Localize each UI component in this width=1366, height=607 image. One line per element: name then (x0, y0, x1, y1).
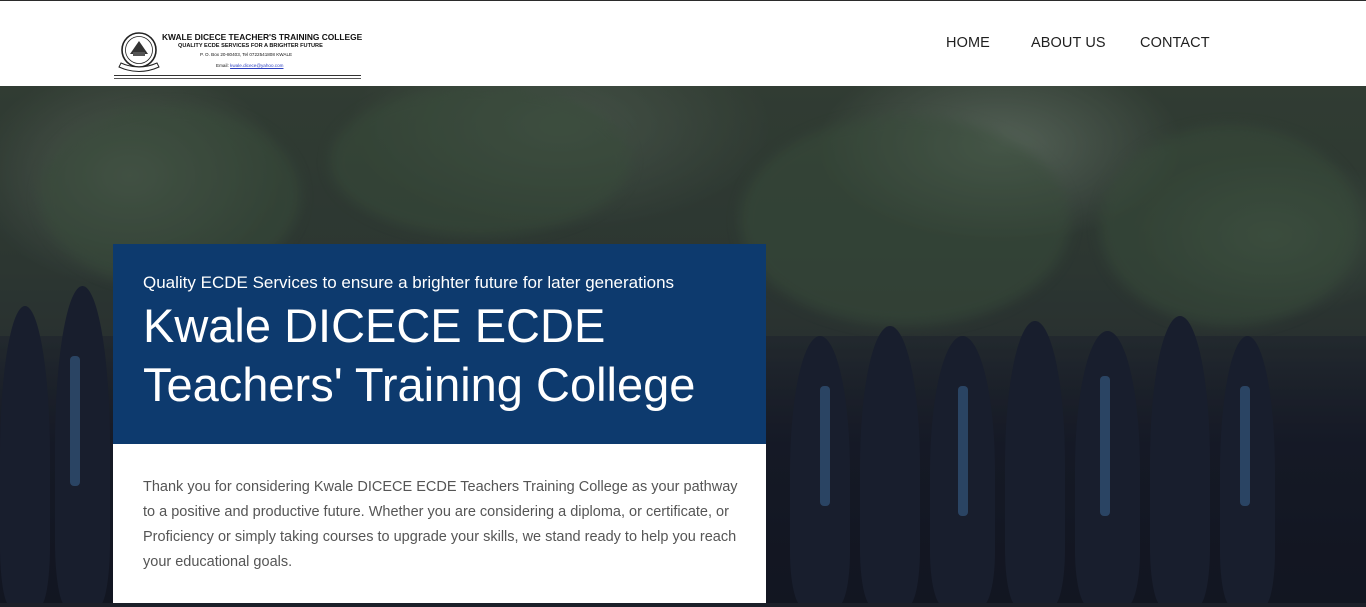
logo-motto: QUALITY ECDE SERVICES FOR A BRIGHTER FUT… (178, 43, 323, 49)
logo-address: P. O. Box 20-80403, Tel 0722541808 KWALE (200, 52, 293, 57)
page-bottom-edge (0, 603, 1366, 607)
logo-email-link[interactable]: kwale.dicece@yahoo.com (230, 63, 283, 68)
logo-email-line: Email: kwale.dicece@yahoo.com (216, 63, 283, 68)
hero-intro-card: Thank you for considering Kwale DICECE E… (113, 444, 766, 603)
nav-about-us-link[interactable]: ABOUT US (1031, 35, 1106, 53)
nav-contact-link[interactable]: CONTACT (1140, 35, 1210, 53)
college-seal-icon (118, 32, 160, 72)
college-logo[interactable]: KWALE DICECE TEACHER'S TRAINING COLLEGE … (112, 27, 362, 83)
hero-intro-text: Thank you for considering Kwale DICECE E… (143, 479, 738, 570)
hero-title: Kwale DICECE ECDE Teachers' Training Col… (143, 299, 696, 411)
logo-rule (114, 78, 361, 79)
logo-email-label: Email: (216, 63, 229, 68)
nav-home-link[interactable]: HOME (946, 35, 990, 53)
hero-tagline: Quality ECDE Services to ensure a bright… (143, 273, 675, 292)
hero-title-card: Quality ECDE Services to ensure a bright… (113, 244, 766, 444)
logo-college-name: KWALE DICECE TEACHER'S TRAINING COLLEGE (162, 32, 363, 42)
site-header: KWALE DICECE TEACHER'S TRAINING COLLEGE … (0, 0, 1366, 86)
logo-rule (114, 75, 361, 76)
